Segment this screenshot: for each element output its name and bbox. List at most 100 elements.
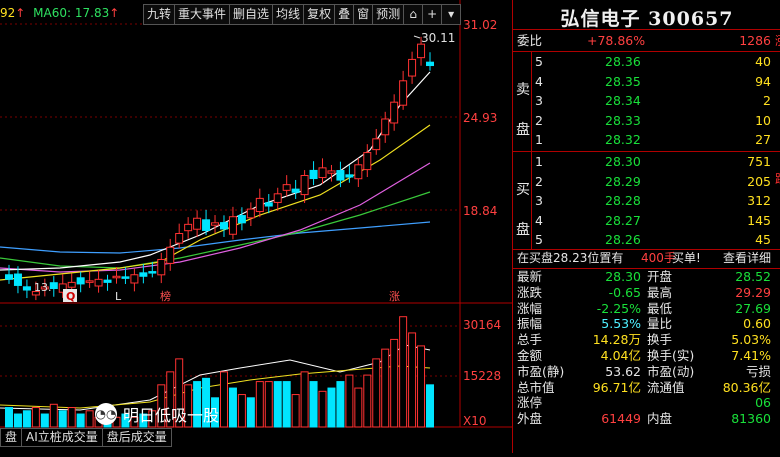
dropdown-icon[interactable]: ▾ <box>441 4 462 25</box>
volume-bar <box>426 384 434 428</box>
candle-body <box>202 219 211 231</box>
mark-l[interactable]: L <box>115 290 122 303</box>
candle-body <box>166 246 175 264</box>
volume-axis-top: 30164 <box>463 318 501 332</box>
candle-body <box>112 275 121 279</box>
volume-bar <box>228 387 237 428</box>
buy-level-row[interactable]: 1 28.30 751 <box>513 152 775 171</box>
quote-value-left: 61449 <box>601 411 641 427</box>
quote-row: 最新 28.30 开盘 28.52 <box>513 269 775 285</box>
candle-body <box>219 222 228 230</box>
mark-q[interactable]: Q <box>66 290 75 303</box>
volume-bar <box>13 413 22 428</box>
toolbar-btn-jiuzhuan[interactable]: 九转 <box>143 4 176 25</box>
mark-bang[interactable]: 榜 <box>160 289 171 303</box>
volume-bar <box>264 381 273 428</box>
candle-body <box>228 216 237 235</box>
quote-label-left: 总手 <box>517 332 543 348</box>
edge-char-buy: 跌 <box>775 170 780 187</box>
tab-after-hours-volume[interactable]: 盘后成交量 <box>101 428 172 447</box>
buy-level-row[interactable]: 5 28.26 45 <box>513 230 775 249</box>
buy-level-row[interactable]: 2 28.29 205 <box>513 172 775 191</box>
weibi-row: 委比 +78.86% 1286 <box>513 31 775 50</box>
toolbar-btn-overlay[interactable]: 叠 <box>334 4 355 25</box>
toolbar-btn-major-events[interactable]: 重大事件 <box>174 4 231 25</box>
volume-bar <box>219 371 228 428</box>
quote-value-right: 06 <box>755 395 771 411</box>
quote-value-right: 27.69 <box>735 300 771 316</box>
tab-ai-volume[interactable]: AI立桩成交量 <box>21 428 103 447</box>
quote-value-right: 29.29 <box>735 284 771 300</box>
volume-bar <box>408 332 417 428</box>
ma60-label: MA60: 17.83 <box>33 6 110 20</box>
level-price: 28.36 <box>605 54 641 69</box>
quote-value-left: 5.53% <box>601 316 641 332</box>
candle-body <box>408 58 417 77</box>
candle-body <box>291 188 300 193</box>
watermark: ◔◔ 明日低吸一股 <box>95 402 219 426</box>
sell-level-row[interactable]: 2 28.33 10 <box>513 111 775 130</box>
toolbar-btn-forecast[interactable]: 预测 <box>372 4 405 25</box>
ma-legend: 92↑ MA60: 17.83↑ <box>0 6 119 20</box>
moving-average-lines <box>0 71 431 281</box>
quote-value-left: -2.25% <box>596 300 641 316</box>
plus-icon[interactable]: + <box>422 4 443 25</box>
quote-panel: 弘信电子 300657 委比 +78.86% 1286 卖盘 5 28.36 40 4… <box>512 0 780 453</box>
volume-bar <box>327 387 336 428</box>
candle-body <box>318 167 327 179</box>
level-price: 28.33 <box>605 112 641 128</box>
quote-row: 市盈(静) 53.62 市盈(动) 亏损 <box>513 364 775 380</box>
kline-chart-svg[interactable]: 31.02 24.93 18.84 30164 15228 X10 30.11 … <box>0 0 512 453</box>
candle-body <box>67 281 76 288</box>
toolbar-btn-adjust[interactable]: 复权 <box>303 4 336 25</box>
sell-level-row[interactable]: 3 28.34 2 <box>513 91 775 110</box>
quote-label-right: 开盘 <box>647 269 673 284</box>
volume-bar <box>363 374 372 428</box>
quote-label-left: 总市值 <box>517 379 555 395</box>
candle-body <box>130 274 139 284</box>
sell-level-row[interactable]: 5 28.36 40 <box>513 52 775 71</box>
quote-label-left: 涨幅 <box>517 300 543 316</box>
order-note-row[interactable]: 在买盘28.23位置有 400手 买单! 查看详细 <box>513 249 775 268</box>
volume-bar <box>417 345 426 428</box>
volume-bar <box>291 394 300 428</box>
sell-level-row[interactable]: 1 28.32 27 <box>513 130 775 149</box>
quote-row: 总手 14.28万 换手 5.03% <box>513 332 775 348</box>
weibi-diff: 1286 <box>739 33 771 48</box>
quote-value-left: 14.28万 <box>592 332 641 348</box>
candle-body <box>345 174 354 178</box>
sell-level-row[interactable]: 4 28.35 94 <box>513 72 775 91</box>
mark-zhang[interactable]: 涨 <box>389 290 400 303</box>
quote-value-left: 28.30 <box>605 269 641 284</box>
candle-body <box>246 208 255 219</box>
buy-level-row[interactable]: 3 28.28 312 <box>513 191 775 210</box>
level-number: 3 <box>535 193 543 209</box>
candle-body <box>327 170 336 174</box>
volume-bar <box>354 387 363 428</box>
candle-body <box>264 202 273 207</box>
toolbar-btn-window[interactable]: 窗 <box>353 4 374 25</box>
order-note-amount: 400手 <box>641 251 676 265</box>
toolbar-btn-remove-watchlist[interactable]: 删自选 <box>229 4 274 25</box>
level-number: 5 <box>535 54 543 69</box>
kline-chart-area[interactable]: 31.02 24.93 18.84 30164 15228 X10 30.11 … <box>0 0 512 453</box>
tab-pan[interactable]: 盘 <box>0 428 23 447</box>
ma-line-white <box>0 71 431 271</box>
level-price: 28.27 <box>605 212 641 228</box>
buy-level-row[interactable]: 4 28.27 145 <box>513 211 775 230</box>
quote-row: 外盘 61449 内盘 81360 <box>513 411 775 427</box>
level-number: 5 <box>535 232 543 248</box>
level-volume: 145 <box>747 212 771 228</box>
home-icon[interactable]: ⌂ <box>403 4 424 25</box>
chart-grid <box>0 0 512 428</box>
quote-value-right: 81360 <box>731 411 771 427</box>
ma-prev-arrow: ↑ <box>15 6 26 20</box>
volume-bar <box>318 390 327 428</box>
order-note-detail-link[interactable]: 查看详细 <box>723 249 771 268</box>
candle-body <box>237 215 246 224</box>
candle-body <box>390 101 399 124</box>
toolbar-btn-ma[interactable]: 均线 <box>272 4 305 25</box>
candle-body <box>426 61 434 67</box>
volume-bar <box>67 407 76 428</box>
watermark-text: 明日低吸一股 <box>123 406 220 425</box>
